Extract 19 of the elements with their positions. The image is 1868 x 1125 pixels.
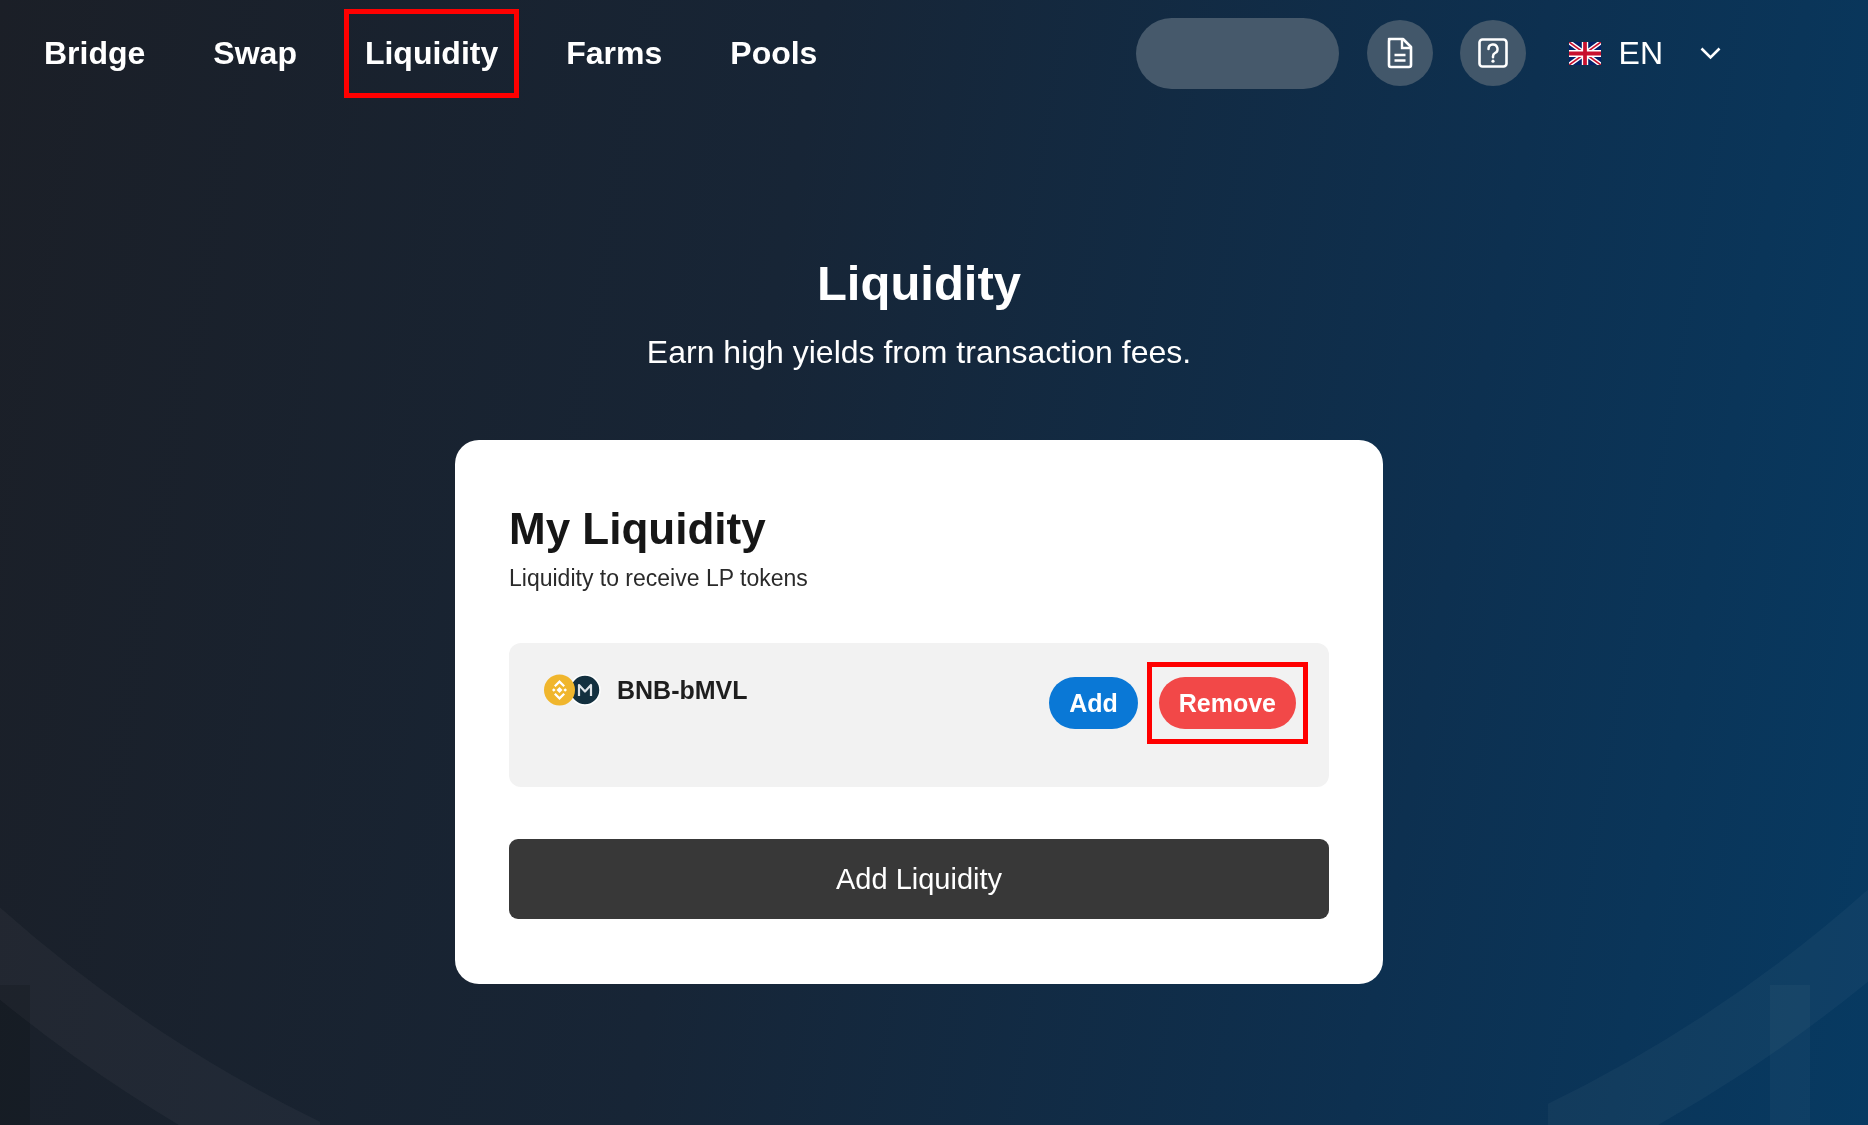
page-title: Liquidity bbox=[816, 255, 1022, 312]
remove-button[interactable]: Remove bbox=[1158, 677, 1296, 729]
union-flag-icon bbox=[1568, 41, 1601, 65]
token-pair-name: BNB-bMVL bbox=[617, 675, 748, 706]
coin-pair-icon bbox=[544, 674, 601, 706]
nav-link[interactable]: Farms bbox=[566, 34, 663, 72]
nav-link[interactable]: Bridge bbox=[44, 34, 146, 72]
card-title: My Liquidity bbox=[509, 504, 767, 554]
page-subtitle: Earn high yields from transaction fees. bbox=[646, 333, 1192, 371]
document-icon bbox=[1385, 37, 1414, 69]
chevron-down-icon bbox=[1700, 46, 1721, 60]
add-button[interactable]: Add bbox=[1049, 677, 1138, 729]
nav-link[interactable]: Liquidity bbox=[364, 34, 499, 72]
card-subtitle: Liquidity to receive LP tokens bbox=[509, 565, 809, 591]
language-selector[interactable]: EN bbox=[1568, 34, 1721, 72]
add-liquidity-button[interactable]: Add Liquidity bbox=[509, 839, 1329, 919]
help-icon bbox=[1477, 38, 1508, 68]
nav-link[interactable]: Pools bbox=[730, 34, 818, 72]
nav-link[interactable]: Swap bbox=[213, 34, 297, 72]
